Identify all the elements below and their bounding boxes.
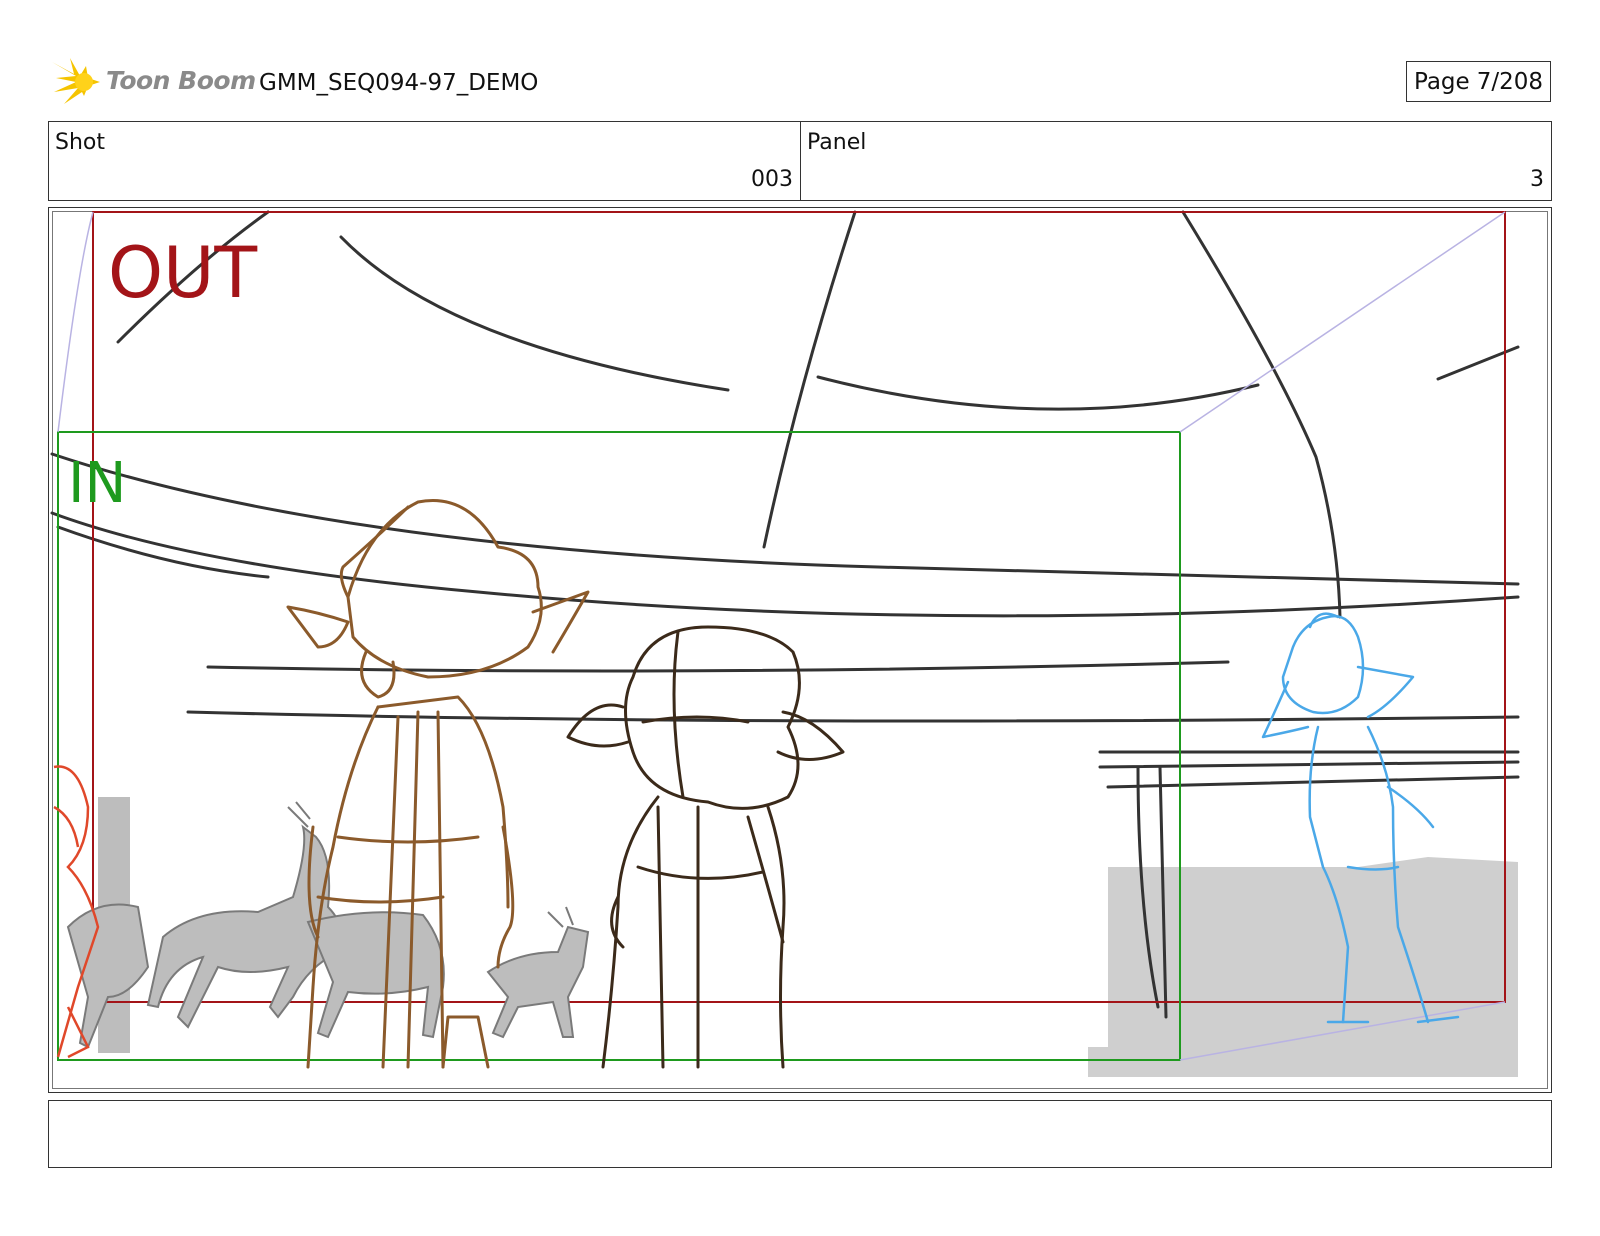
shot-cell: Shot 003 bbox=[49, 122, 801, 200]
in-label: IN bbox=[68, 451, 126, 516]
panel-cell: Panel 3 bbox=[801, 122, 1551, 200]
shot-panel-row: Shot 003 Panel 3 bbox=[48, 121, 1552, 201]
out-label: OUT bbox=[108, 232, 257, 314]
shot-label: Shot bbox=[55, 130, 105, 155]
panel-value: 3 bbox=[1530, 167, 1544, 192]
shot-value: 003 bbox=[751, 167, 793, 192]
document-title: GMM_SEQ094-97_DEMO bbox=[259, 70, 539, 96]
notes-box bbox=[48, 1100, 1552, 1168]
panel-label: Panel bbox=[807, 130, 867, 155]
logo-text: Toon Boom bbox=[106, 66, 256, 95]
page-indicator: Page 7/208 bbox=[1406, 61, 1551, 102]
storyboard-sketch: OUT IN bbox=[50, 210, 1520, 1077]
page-label: Page bbox=[1414, 68, 1470, 95]
page-value: 7/208 bbox=[1476, 68, 1543, 95]
